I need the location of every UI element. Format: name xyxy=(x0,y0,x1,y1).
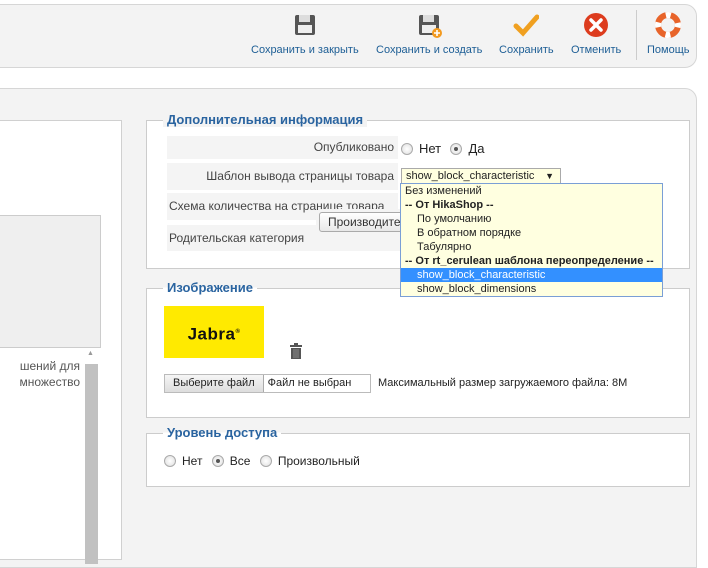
select-value: show_block_characteristic xyxy=(406,170,535,182)
access-radio-group: Нет Все Произвольный xyxy=(164,453,366,468)
scrollbar[interactable]: ▲ xyxy=(83,348,100,564)
dropdown-option[interactable]: Без изменений xyxy=(401,184,662,198)
help-button[interactable]: Помощь xyxy=(647,12,690,56)
published-yes-radio[interactable] xyxy=(450,142,463,155)
cancel-label: Отменить xyxy=(571,44,622,56)
fieldset-legend: Уровень доступа xyxy=(163,425,282,440)
access-level-fieldset: Уровень доступа Нет Все Произвольный xyxy=(146,425,690,487)
dropdown-option[interactable]: -- От rt_cerulean шаблона переопределени… xyxy=(401,254,662,268)
brand-logo-image: Jabra® xyxy=(164,306,264,358)
dropdown-option[interactable]: По умолчанию xyxy=(401,212,662,226)
radio-label: Все xyxy=(229,453,251,468)
template-select[interactable]: show_block_characteristic ▼ xyxy=(401,168,561,184)
radio-label: Нет xyxy=(419,141,442,157)
published-label: Опубликовано xyxy=(167,136,398,159)
radio-label: Да xyxy=(468,141,485,157)
dropdown-arrow-icon: ▼ xyxy=(545,171,554,181)
cancel-button[interactable]: Отменить xyxy=(571,12,621,56)
file-status: Файл не выбран xyxy=(267,377,352,389)
close-circle-icon xyxy=(584,13,609,37)
choose-file-button[interactable]: Выберите файл xyxy=(165,375,264,392)
checkmark-icon xyxy=(513,14,540,37)
radio-label: Произвольный xyxy=(277,453,360,468)
dropdown-option[interactable]: show_block_dimensions xyxy=(401,282,662,296)
toolbar-divider xyxy=(636,10,637,60)
parent-category-button[interactable]: Производители xyxy=(319,212,409,232)
image-fieldset: Изображение Jabra® Выберите файл Файл не … xyxy=(146,280,690,418)
published-no-radio[interactable] xyxy=(401,142,413,155)
scroll-up-icon[interactable]: ▲ xyxy=(87,350,94,357)
floppy-disk-plus-icon xyxy=(419,15,443,38)
fieldset-legend: Изображение xyxy=(163,280,257,295)
save-button[interactable]: Сохранить xyxy=(499,12,554,56)
lifebuoy-icon xyxy=(655,12,682,38)
dropdown-option[interactable]: show_block_characteristic xyxy=(401,268,662,282)
fieldset-legend: Дополнительная информация xyxy=(163,112,368,127)
max-size-note: Максимальный размер загружаемого файла: … xyxy=(378,377,628,389)
dropdown-option[interactable]: Табулярно xyxy=(401,240,662,254)
save-new-button[interactable]: Сохранить и создать xyxy=(376,12,482,56)
access-custom-radio[interactable] xyxy=(259,454,272,467)
floppy-disk-icon xyxy=(294,15,315,35)
trash-icon[interactable] xyxy=(290,343,302,359)
access-none-radio[interactable] xyxy=(164,454,176,467)
scrollbar-thumb[interactable] xyxy=(85,364,98,564)
editor-toolbar-area xyxy=(0,215,101,348)
template-dropdown-list[interactable]: Без изменений -- От HikaShop -- По умолчан… xyxy=(400,183,663,297)
save-close-button[interactable]: Сохранить и закрыть xyxy=(251,12,359,56)
save-label: Сохранить xyxy=(499,44,554,56)
save-new-label: Сохранить и создать xyxy=(376,44,483,56)
file-input[interactable]: Выберите файл Файл не выбран xyxy=(164,374,371,393)
published-radio-group: Нет Да xyxy=(401,141,491,156)
template-label: Шаблон вывода страницы товара xyxy=(167,163,398,190)
access-all-radio[interactable] xyxy=(211,454,224,467)
save-close-label: Сохранить и закрыть xyxy=(251,44,359,56)
radio-label: Нет xyxy=(182,453,203,468)
parent-category-label: Родительская категория xyxy=(167,225,313,251)
help-label: Помощь xyxy=(647,44,690,56)
dropdown-option[interactable]: -- От HikaShop -- xyxy=(401,198,662,212)
dropdown-option[interactable]: В обратном порядке xyxy=(401,226,662,240)
description-text: шений для множество xyxy=(19,359,80,389)
